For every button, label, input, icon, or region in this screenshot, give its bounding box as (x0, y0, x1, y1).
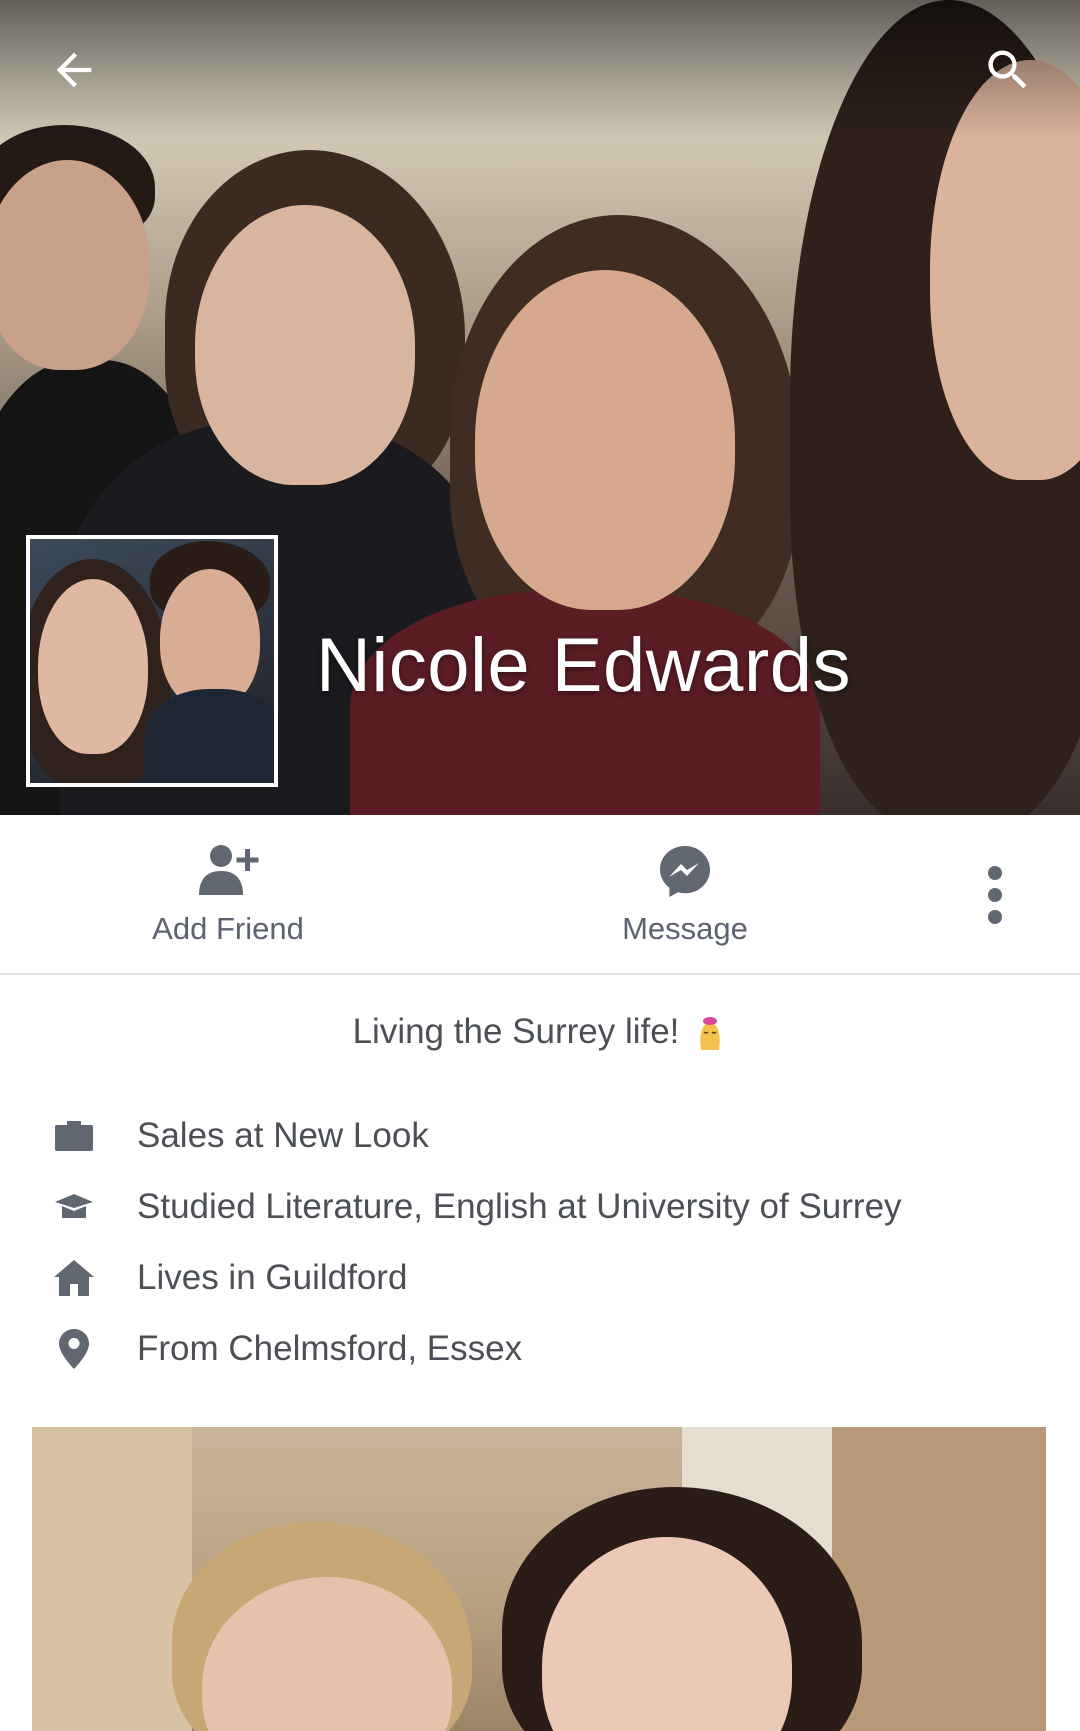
add-friend-button[interactable]: Add Friend (120, 815, 336, 973)
cover-photo[interactable]: Nicole Edwards (0, 0, 1080, 815)
intro-item-text: From Chelmsford, Essex (137, 1328, 523, 1368)
more-vertical-icon (988, 866, 1002, 924)
more-options-button[interactable] (960, 820, 1030, 970)
cover-figure (475, 270, 735, 610)
briefcase-icon (51, 1113, 97, 1159)
search-icon (988, 50, 1027, 89)
cabinet-panel (832, 1427, 1046, 1731)
bio-text: Living the Surrey life! (352, 1012, 680, 1051)
intro-item-text: Lives in Guildford (137, 1257, 408, 1297)
add-friend-icon (193, 841, 263, 901)
emoji-icon (693, 1012, 727, 1052)
home-icon (51, 1255, 97, 1301)
intro-item-text: Sales at New Look (137, 1115, 429, 1155)
profile-picture[interactable] (26, 535, 278, 787)
profile-picture-figure (160, 569, 260, 709)
profile-actions-bar: Add Friend Message (0, 815, 1080, 975)
graduation-cap-icon (51, 1184, 97, 1230)
intro-item-lives-in[interactable]: Lives in Guildford (0, 1242, 1080, 1313)
profile-picture-figure (38, 579, 148, 754)
profile-name: Nicole Edwards (316, 623, 851, 708)
intro-item-work[interactable]: Sales at New Look (0, 1100, 1080, 1171)
back-button[interactable] (38, 34, 110, 106)
cabinet-panel (32, 1427, 192, 1731)
profile-picture-figure (145, 689, 274, 783)
location-pin-icon (51, 1326, 97, 1372)
intro-item-education[interactable]: Studied Literature, English at Universit… (0, 1171, 1080, 1242)
search-button[interactable] (972, 34, 1044, 106)
profile-bio: Living the Surrey life! (0, 975, 1080, 1089)
add-friend-label: Add Friend (152, 911, 304, 946)
intro-item-from[interactable]: From Chelmsford, Essex (0, 1313, 1080, 1384)
arrow-left-icon (56, 52, 92, 88)
messenger-icon (657, 841, 713, 901)
intro-list: Sales at New Look Studied Literature, En… (0, 1100, 1080, 1384)
top-shade (0, 0, 1080, 140)
cover-figure (195, 205, 415, 485)
message-button[interactable]: Message (580, 815, 790, 973)
featured-photo[interactable] (32, 1427, 1046, 1731)
intro-item-text: Studied Literature, English at Universit… (137, 1186, 902, 1226)
message-label: Message (622, 911, 748, 946)
